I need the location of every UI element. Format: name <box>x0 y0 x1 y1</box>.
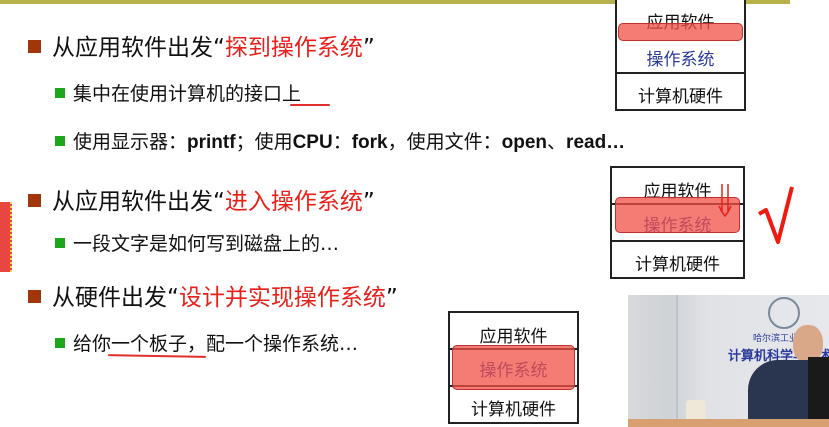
sub-text: 使用显示器： <box>73 131 188 153</box>
sub-text: 接口 <box>244 83 283 105</box>
monitor <box>808 357 829 427</box>
highlight-band <box>618 23 743 41</box>
code-text: open <box>501 132 548 153</box>
code-text: read… <box>566 132 626 153</box>
sub-text: 、 <box>547 131 567 153</box>
sub-bullet-1-2: 使用显示器：printf；使用CPU：fork，使用文件：open、read… <box>55 127 625 154</box>
bullet-text: 从应用软件出发“ <box>52 189 225 215</box>
pen-underline <box>107 354 207 358</box>
bullet-text: 从应用软件出发“ <box>52 35 225 61</box>
highlight-band <box>452 345 575 390</box>
sub-text: 一段文字是如何写到磁盘上的… <box>73 233 340 255</box>
bullet-text: ” <box>362 35 375 61</box>
layer-hw: 计算机硬件 <box>471 400 556 420</box>
code-text: CPU <box>292 132 333 153</box>
bullet-square-icon <box>28 290 41 303</box>
arrow-down-icon <box>718 184 732 218</box>
bullet-text: ” <box>362 189 375 215</box>
bullet-square-icon <box>28 194 41 207</box>
bullet-square-icon <box>28 40 41 53</box>
sub-bullet-2-1: 一段文字是如何写到磁盘上的… <box>55 229 339 256</box>
code-text: printf <box>187 132 236 153</box>
layer-diagram-2: 应用软件 操作系统 计算机硬件 <box>610 166 745 279</box>
layer-hw: 计算机硬件 <box>638 87 723 107</box>
desk <box>628 419 829 427</box>
sub-bullet-square-icon <box>55 338 65 348</box>
sub-text: 给你一个板子，配一个操作系统… <box>73 333 359 355</box>
sub-bullet-3-1: 给你一个板子，配一个操作系统… <box>55 329 358 356</box>
sub-text: ；使用 <box>235 131 293 153</box>
side-tab[interactable] <box>0 202 12 272</box>
layer-diagram-1: 应用软件 操作系统 计算机硬件 <box>615 0 746 111</box>
layer-diagram-3: 应用软件 操作系统 计算机硬件 <box>448 311 579 424</box>
divider <box>617 72 744 74</box>
layer-app: 应用软件 <box>479 327 548 347</box>
layer-os: 操作系统 <box>646 50 715 70</box>
sub-bullet-1-1: 集中在使用计算机的接口上 <box>55 79 301 106</box>
bullet-highlight: 设计并实现操作系统 <box>178 285 386 311</box>
bullet-3: 从硬件出发“设计并实现操作系统” <box>28 278 398 312</box>
bullet-text: ” <box>385 285 398 311</box>
university-logo <box>768 297 800 329</box>
bullet-2: 从应用软件出发“进入操作系统” <box>28 182 375 216</box>
presenter-video[interactable]: 哈尔滨工业大学 计算机科学与技术学院 <box>628 295 829 427</box>
sub-bullet-square-icon <box>55 238 65 248</box>
code-text: fork <box>351 132 388 153</box>
sub-text: ，使用文件： <box>387 131 502 153</box>
sub-text: ： <box>332 131 352 153</box>
bullet-highlight: 探到操作系统 <box>224 35 363 61</box>
bullet-text: 从硬件出发“ <box>52 285 179 311</box>
layer-hw: 计算机硬件 <box>635 255 720 275</box>
pen-underline <box>290 104 330 106</box>
wall-panel-line <box>676 295 678 427</box>
sub-bullet-square-icon <box>55 88 65 98</box>
bullet-1: 从应用软件出发“探到操作系统” <box>28 28 375 62</box>
bullet-highlight: 进入操作系统 <box>224 189 363 215</box>
sub-text: 上 <box>282 83 302 105</box>
divider <box>612 240 743 242</box>
sub-bullet-square-icon <box>55 136 65 146</box>
sub-text: 集中在使用计算机的 <box>73 83 245 105</box>
checkmark-icon <box>758 186 794 244</box>
